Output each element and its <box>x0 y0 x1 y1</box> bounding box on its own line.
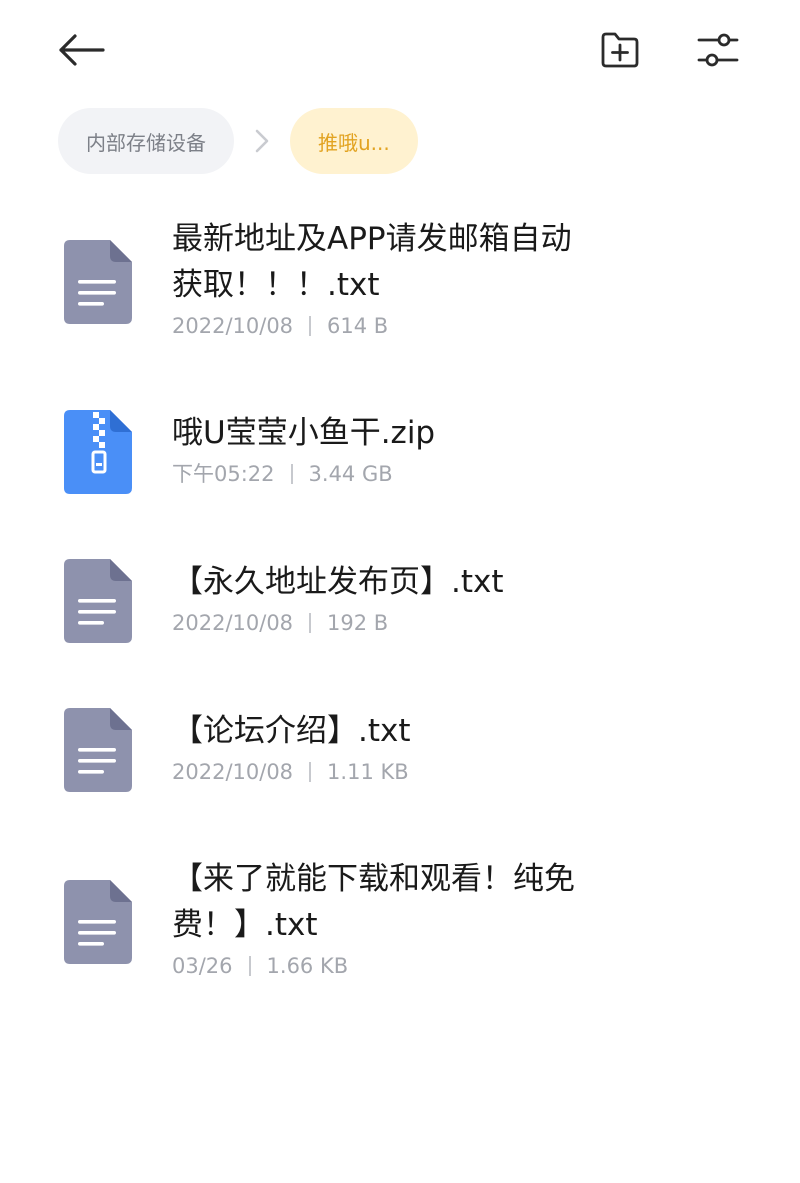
file-date: 2022/10/08 <box>172 314 294 338</box>
file-meta: 03/26 1.66 KB <box>172 950 652 982</box>
zip-file-icon <box>64 410 132 494</box>
file-size: 192 B <box>327 611 389 635</box>
meta-divider <box>309 613 312 633</box>
breadcrumb-separator <box>234 108 290 174</box>
meta-divider <box>248 956 251 976</box>
new-folder-button[interactable] <box>592 24 648 76</box>
file-date: 2022/10/08 <box>172 760 294 784</box>
file-item[interactable]: 【永久地址发布页】.txt 2022/10/08 192 B <box>0 559 800 649</box>
breadcrumb-root-label: 内部存储设备 <box>86 130 206 155</box>
breadcrumb-root-internal-storage[interactable]: 内部存储设备 <box>58 108 234 174</box>
file-name: 最新地址及APP请发邮箱自动 获取！！！.txt <box>172 221 572 303</box>
filter-settings-button[interactable] <box>690 24 746 76</box>
file-size: 3.44 GB <box>308 462 393 486</box>
meta-divider <box>309 316 312 336</box>
file-item[interactable]: 哦U莹莹小鱼干.zip 下午05:22 3.44 GB <box>0 410 800 500</box>
top-toolbar <box>0 0 800 100</box>
file-size: 614 B <box>327 314 389 338</box>
breadcrumb-current-folder[interactable]: 推哦u... <box>290 108 418 174</box>
breadcrumb: 内部存储设备 推哦u... <box>58 108 418 174</box>
text-file-icon <box>64 880 132 964</box>
meta-divider <box>309 762 312 782</box>
file-item[interactable]: 【来了就能下载和观看！纯免 费！】.txt 03/26 1.66 KB <box>0 856 800 996</box>
file-name: 【论坛介绍】.txt <box>172 713 411 749</box>
file-name: 哦U莹莹小鱼干.zip <box>172 415 436 451</box>
file-meta: 2022/10/08 1.11 KB <box>172 756 652 788</box>
breadcrumb-current-label: 推哦u... <box>318 130 390 155</box>
file-date: 下午05:22 <box>172 462 275 486</box>
meta-divider <box>290 464 293 484</box>
file-date: 2022/10/08 <box>172 611 294 635</box>
folder-plus-icon <box>601 32 639 68</box>
text-file-icon <box>64 240 132 324</box>
file-meta: 2022/10/08 192 B <box>172 607 652 639</box>
sliders-icon <box>697 33 739 67</box>
file-name: 【来了就能下载和观看！纯免 费！】.txt <box>172 861 575 943</box>
file-item[interactable]: 最新地址及APP请发邮箱自动 获取！！！.txt 2022/10/08 614 … <box>0 216 800 356</box>
text-file-icon <box>64 559 132 643</box>
file-date: 03/26 <box>172 954 233 978</box>
file-meta: 下午05:22 3.44 GB <box>172 458 652 490</box>
file-name: 【永久地址发布页】.txt <box>172 564 504 600</box>
text-file-icon <box>64 708 132 792</box>
arrow-left-icon <box>59 34 105 66</box>
file-size: 1.66 KB <box>266 954 349 978</box>
chevron-right-icon <box>255 129 269 153</box>
file-size: 1.11 KB <box>327 760 409 784</box>
file-item[interactable]: 【论坛介绍】.txt 2022/10/08 1.11 KB <box>0 708 800 798</box>
file-meta: 2022/10/08 614 B <box>172 310 652 342</box>
back-button[interactable] <box>52 24 110 76</box>
